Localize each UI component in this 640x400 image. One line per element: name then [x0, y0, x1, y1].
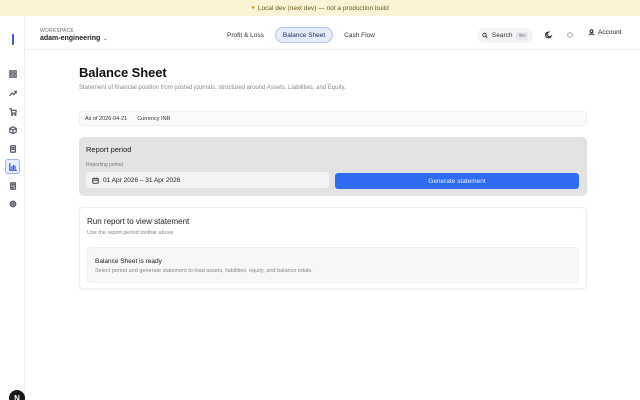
workspace-switcher[interactable]: adam-engineering ⌄ [40, 35, 108, 42]
warning-dot-icon: ● [251, 5, 255, 11]
page-subtitle: Statement of financial position from pos… [79, 85, 346, 91]
tab-balance-sheet[interactable]: Balance Sheet [274, 27, 334, 43]
cart-icon [8, 107, 17, 116]
calendar-icon [92, 177, 99, 184]
page-title: Balance Sheet [79, 65, 167, 80]
sidebar-item-dashboard[interactable] [5, 66, 20, 81]
status-indicator[interactable] [565, 30, 575, 40]
report-period-card: Report period Reporting period 01 Apr 20… [79, 137, 587, 196]
search-button[interactable]: Search ⌘K [477, 28, 533, 43]
dev-banner-text: Local dev (next dev) — not a production … [257, 4, 389, 12]
account-label: Account [598, 29, 622, 36]
tab-profit-loss[interactable]: Profit & Loss [220, 27, 271, 43]
sidebar-item-inventory[interactable] [5, 122, 20, 137]
sidebar-item-trends[interactable] [5, 85, 20, 100]
date-range-picker[interactable]: 01 Apr 2026 – 31 Apr 2026 [86, 172, 329, 188]
sidebar-item-cart[interactable] [5, 104, 20, 119]
date-range-value: 01 Apr 2026 – 31 Apr 2026 [103, 176, 181, 184]
report-card: Run report to view statement Use the rep… [79, 207, 587, 289]
circle-icon [567, 32, 573, 38]
top-bar: WORKSPACE adam-engineering ⌄ Profit & Lo… [25, 16, 640, 50]
sidebar-item-reports[interactable] [5, 159, 20, 174]
currency: Currency INR [137, 115, 171, 122]
avatar[interactable]: N [9, 390, 25, 400]
dev-banner: ● Local dev (next dev) — not a productio… [0, 0, 640, 16]
ready-description: Select period and generate statement to … [95, 268, 313, 274]
ready-notice: Balance Sheet is ready Select period and… [87, 247, 579, 283]
sidebar-item-settings[interactable] [5, 196, 20, 211]
search-label: Search [491, 32, 513, 39]
search-shortcut: ⌘K [516, 31, 528, 40]
as-of-date: As of 2026-04-21 [85, 115, 128, 122]
search-icon [482, 32, 488, 39]
reporting-period-label: Reporting period [86, 162, 123, 168]
report-title: Run report to view statement [87, 217, 190, 226]
sidebar-item-ledger[interactable] [5, 178, 20, 193]
sidebar-item-documents[interactable] [5, 141, 20, 156]
ledger-icon [9, 181, 16, 190]
report-subtitle: Use the report period toolbar above [87, 230, 174, 236]
generate-statement-button[interactable]: Generate statement [335, 173, 579, 189]
ready-title: Balance Sheet is ready [95, 258, 162, 265]
theme-toggle[interactable] [544, 30, 554, 40]
workspace-name: adam-engineering [40, 35, 101, 42]
trending-up-icon [8, 90, 17, 96]
tab-cash-flow[interactable]: Cash Flow [337, 27, 382, 43]
brand-mark [12, 34, 14, 45]
box-icon [8, 125, 17, 134]
account-menu[interactable]: Account [588, 29, 622, 36]
sidebar: N [0, 16, 25, 400]
chevron-down-icon: ⌄ [103, 35, 108, 42]
statement-meta: As of 2026-04-21 Currency INR [79, 111, 587, 126]
workspace-label: WORKSPACE [40, 28, 74, 34]
bar-chart-icon [8, 162, 17, 171]
moon-icon [545, 31, 553, 39]
user-icon [588, 29, 595, 36]
grid-icon [8, 69, 17, 78]
report-period-title: Report period [86, 145, 132, 154]
document-icon [9, 144, 16, 153]
report-tabs: Profit & Loss Balance Sheet Cash Flow [220, 27, 382, 43]
gear-icon [9, 200, 16, 207]
